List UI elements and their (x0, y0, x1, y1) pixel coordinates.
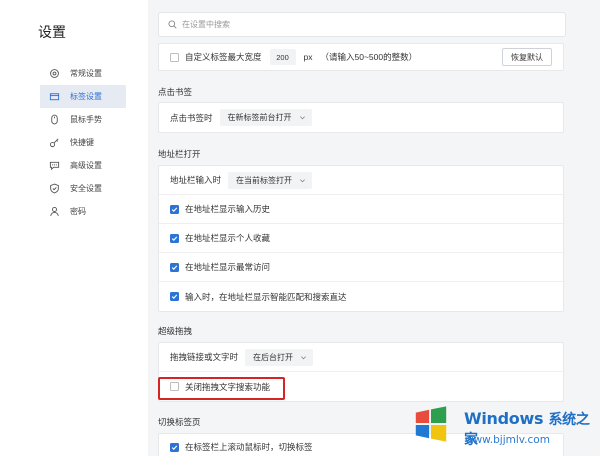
bookmark-open-select-value: 在新标签前台打开 (227, 113, 292, 122)
sidebar-item-label: 高级设置 (70, 161, 102, 170)
address-history-label: 在地址栏显示输入历史 (185, 204, 271, 214)
tab-width-label: 自定义标签最大宽度 (185, 52, 262, 62)
sidebar-item-label: 快捷键 (70, 138, 94, 147)
bookmark-open-select[interactable]: 在新标签前台打开 (219, 109, 312, 126)
section-title-bookmark: 点击书签 (158, 87, 193, 97)
key-icon (49, 137, 60, 148)
sidebar-item-tabs[interactable]: 标签设置 (40, 85, 126, 108)
address-bar-option-row: 在地址栏显示个人收藏 (159, 224, 563, 253)
address-bar-open-select[interactable]: 在当前标签打开 (228, 171, 313, 189)
address-favorites-label: 在地址栏显示个人收藏 (185, 233, 271, 243)
super-drag-open-select-value: 在后台打开 (253, 352, 294, 362)
tab-icon (49, 91, 60, 102)
sidebar: 常规设置 标签设置 鼠标手势 快捷键 高级设置 安全设置 密码 (40, 62, 126, 223)
tab-width-hint: （请输入50~500的整数） (320, 52, 418, 62)
sidebar-item-mouse-gesture[interactable]: 鼠标手势 (40, 108, 126, 131)
highlight-box (158, 377, 285, 400)
super-drag-open-select[interactable]: 在后台打开 (245, 348, 314, 366)
chevron-down-icon (299, 116, 305, 120)
tab-width-unit: px (303, 52, 313, 62)
address-bar-input-label: 地址栏输入时 (170, 175, 222, 185)
sidebar-item-advanced[interactable]: 高级设置 (40, 154, 126, 177)
settings-content: 自定义标签最大宽度 200 px （请输入50~500的整数） 恢复默认 点击书… (148, 0, 600, 456)
bookmark-click-label: 点击书签时 (170, 112, 213, 123)
tab-width-input[interactable]: 200 (269, 49, 296, 65)
search-icon (168, 20, 177, 29)
sidebar-item-label: 密码 (70, 207, 86, 216)
bookmark-click-row: 点击书签时 在新标签前台打开 (159, 103, 563, 132)
sidebar-item-label: 常规设置 (70, 69, 102, 78)
user-icon (49, 206, 60, 217)
check-icon (171, 236, 178, 241)
windows-logo-icon (415, 406, 447, 442)
sidebar-item-label: 鼠标手势 (70, 115, 102, 124)
sidebar-item-password[interactable]: 密码 (40, 200, 126, 223)
address-smart-match-checkbox[interactable] (170, 292, 179, 301)
chevron-down-icon (301, 355, 307, 359)
check-icon (171, 294, 178, 299)
reset-default-button[interactable]: 恢复默认 (502, 48, 552, 66)
search-input[interactable] (182, 20, 542, 29)
check-icon (171, 445, 178, 450)
super-drag-row: 拖拽链接或文字时 在后台打开 (159, 343, 563, 372)
chat-icon (49, 160, 60, 171)
gear-icon (49, 68, 60, 79)
bookmark-card: 点击书签时 在新标签前台打开 (158, 102, 564, 133)
address-bar-open-select-value: 在当前标签打开 (236, 175, 293, 185)
tab-width-checkbox[interactable] (170, 52, 179, 62)
scroll-switch-tab-label: 在标签栏上滚动鼠标时，切换标签 (185, 442, 313, 452)
site-watermark: Windows 系统之家 www.bjjmlv.com (408, 399, 600, 456)
address-bar-option-row: 在地址栏显示输入历史 (159, 195, 563, 224)
watermark-url: www.bjjmlv.com (465, 434, 550, 446)
search-box[interactable] (158, 12, 566, 37)
section-title-switch-tab: 切换标签页 (158, 417, 201, 427)
address-history-checkbox[interactable] (170, 204, 179, 214)
address-favorites-checkbox[interactable] (170, 233, 179, 243)
address-most-visited-checkbox[interactable] (170, 262, 179, 272)
section-title-address-bar: 地址栏打开 (158, 149, 201, 159)
sidebar-item-security[interactable]: 安全设置 (40, 177, 126, 200)
address-bar-input-row: 地址栏输入时 在当前标签打开 (159, 166, 563, 195)
check-icon (171, 207, 178, 212)
super-drag-label: 拖拽链接或文字时 (170, 352, 239, 362)
mouse-icon (49, 114, 60, 125)
watermark-brand: Windows (464, 409, 544, 428)
sidebar-item-label: 标签设置 (70, 92, 102, 101)
address-bar-option-row: 在地址栏显示最常访问 (159, 253, 563, 282)
chevron-down-icon (300, 178, 306, 182)
shield-icon (49, 183, 60, 194)
sidebar-item-shortcuts[interactable]: 快捷键 (40, 131, 126, 154)
address-bar-card: 地址栏输入时 在当前标签打开 在地址栏显示输入历史 在地址栏显示个人收藏 在地址… (158, 165, 564, 312)
address-bar-option-row: 输入时，在地址栏显示智能匹配和搜索直达 (159, 282, 563, 311)
sidebar-item-label: 安全设置 (70, 184, 102, 193)
scroll-switch-tab-checkbox[interactable] (170, 442, 179, 452)
section-title-super-drag: 超级拖拽 (158, 326, 193, 336)
check-icon (171, 265, 178, 270)
tab-width-card: 自定义标签最大宽度 200 px （请输入50~500的整数） 恢复默认 (158, 43, 564, 71)
sidebar-item-general[interactable]: 常规设置 (40, 62, 126, 85)
tab-width-row: 自定义标签最大宽度 200 px （请输入50~500的整数） 恢复默认 (159, 44, 563, 70)
address-most-visited-label: 在地址栏显示最常访问 (185, 262, 271, 272)
address-smart-match-label: 输入时，在地址栏显示智能匹配和搜索直达 (185, 291, 347, 302)
app-title: 设置 (38, 24, 66, 40)
